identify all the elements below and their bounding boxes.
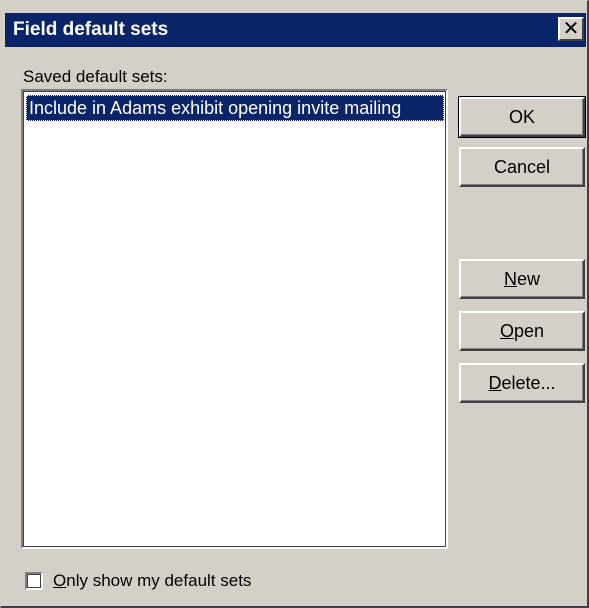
close-button[interactable]: ✕ [558, 17, 584, 41]
ok-button-label: OK [508, 107, 535, 127]
delete-button-label: elete... [501, 373, 556, 393]
only-show-my-sets-label[interactable]: Only show my default sets [53, 571, 251, 591]
new-button-label: ew [516, 269, 540, 289]
only-show-my-sets-row[interactable]: Only show my default sets [25, 569, 251, 593]
delete-button-mnemonic: D [488, 373, 502, 393]
open-button[interactable]: Open [459, 311, 585, 351]
new-button-mnemonic: N [503, 269, 517, 289]
saved-default-sets-label: Saved default sets: [23, 67, 168, 86]
open-button-label: pen [513, 321, 545, 341]
close-icon: ✕ [562, 16, 580, 40]
delete-button[interactable]: Delete... [459, 363, 585, 403]
new-button[interactable]: New [459, 259, 585, 299]
only-show-label-text: nly show my default sets [66, 571, 252, 590]
only-show-my-sets-checkbox[interactable] [25, 572, 43, 590]
dialog-title: Field default sets [13, 19, 169, 40]
open-button-mnemonic: O [499, 321, 514, 341]
cancel-button-label: Cancel [493, 157, 551, 177]
list-item[interactable]: Include in Adams exhibit opening invite … [26, 95, 444, 121]
cancel-button[interactable]: Cancel [459, 147, 585, 187]
only-show-mnemonic: O [53, 571, 67, 590]
saved-default-sets-list[interactable]: Include in Adams exhibit opening invite … [21, 89, 448, 549]
field-default-sets-dialog: Field default sets ✕ Saved default sets:… [0, 0, 589, 608]
ok-button[interactable]: OK [458, 96, 586, 138]
title-bar: Field default sets ✕ [5, 13, 586, 47]
